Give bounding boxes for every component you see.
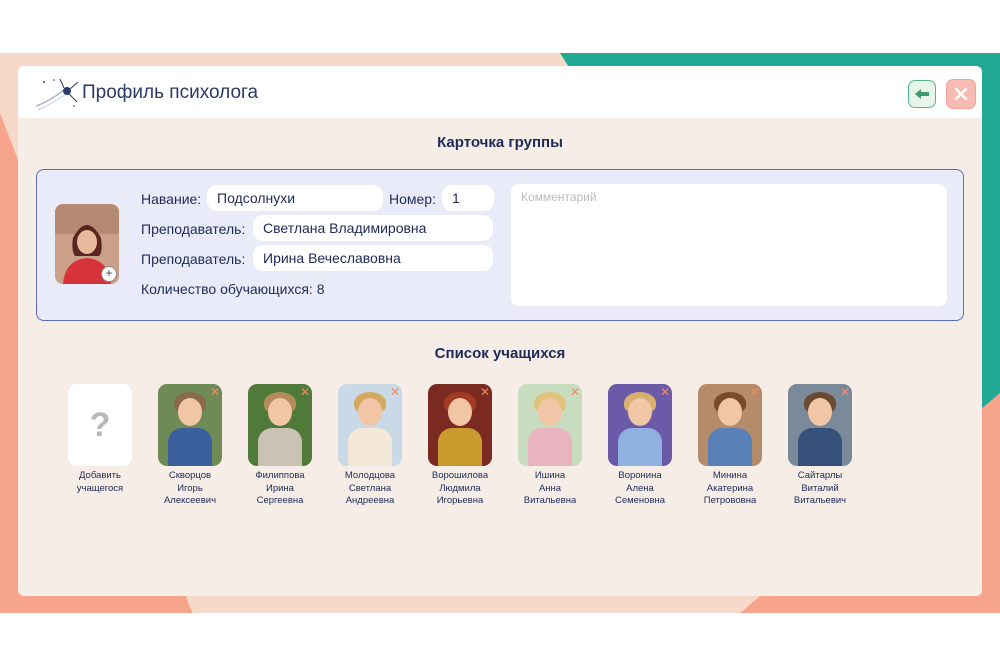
student-photo-face-shape bbox=[448, 398, 472, 426]
student-first-name: Игорь bbox=[177, 482, 203, 494]
students-list-title: Список учащихся bbox=[434, 345, 566, 362]
student-photo-face-shape bbox=[268, 398, 292, 426]
student-photo[interactable]: ✕ bbox=[428, 384, 492, 466]
student-name: Сайтарлы Виталий Витальевич bbox=[774, 470, 866, 508]
teacher2-field[interactable]: Ирина Вечеславовна bbox=[253, 245, 493, 271]
sputnik-logo-icon bbox=[35, 78, 79, 111]
group-number-label: Номер: bbox=[389, 191, 436, 207]
remove-student-icon[interactable]: ✕ bbox=[840, 385, 850, 399]
teacher1-label: Преподаватель: bbox=[141, 221, 246, 237]
student-photo-face-shape bbox=[358, 398, 382, 426]
student-last-name: Минина bbox=[712, 470, 748, 481]
student-middle-name: Алексеевич bbox=[163, 495, 217, 506]
close-button[interactable] bbox=[946, 79, 976, 109]
teacher1-field[interactable]: Светлана Владимировна bbox=[253, 215, 493, 241]
student-name: Молодцова Светлана Андреевна bbox=[324, 470, 416, 508]
student-card[interactable]: ✕ Минина Акатерина Петрововна bbox=[684, 384, 776, 508]
student-name: Скворцов Игорь Алексеевич bbox=[144, 470, 236, 508]
student-card[interactable]: ✕ Ворошилова Людмила Игорьевна bbox=[414, 384, 506, 508]
student-photo-face-shape bbox=[718, 398, 742, 426]
arrow-left-icon bbox=[915, 89, 929, 99]
student-card[interactable]: ✕ Филиппова Ирина Сергеевна bbox=[234, 384, 326, 508]
student-photo[interactable]: ✕ bbox=[608, 384, 672, 466]
app-title: Профиль психолога bbox=[82, 82, 259, 103]
group-number-field[interactable]: 1 bbox=[442, 185, 494, 211]
student-first-name: Виталий bbox=[801, 482, 839, 494]
student-middle-name: Сергеевна bbox=[256, 495, 304, 506]
header-bar: Профиль психолога bbox=[18, 66, 982, 118]
student-name: Ворошилова Людмила Игорьевна bbox=[414, 470, 506, 508]
student-photo[interactable]: ✕ bbox=[788, 384, 852, 466]
student-photo-body-shape bbox=[348, 428, 392, 466]
student-first-name: Ирина bbox=[266, 482, 294, 494]
student-card[interactable]: ✕ Ишина Анна Витальевна bbox=[504, 384, 596, 508]
student-first-name: Акатерина bbox=[706, 482, 754, 494]
student-middle-name: Игорьевна bbox=[436, 495, 484, 506]
group-card: + Навание: Подсолнухи Номер: 1 Преподава… bbox=[36, 169, 964, 321]
group-name-label: Навание: bbox=[141, 191, 202, 207]
student-card[interactable]: ✕ Молодцова Светлана Андреевна bbox=[324, 384, 416, 508]
comment-field[interactable]: Комментарий bbox=[511, 184, 947, 306]
student-card[interactable]: ✕ Сайтарлы Виталий Витальевич bbox=[774, 384, 866, 508]
add-student-label: Добавить учащегося bbox=[76, 470, 124, 494]
group-name-field[interactable]: Подсолнухи bbox=[207, 185, 383, 211]
student-photo-body-shape bbox=[438, 428, 482, 466]
group-card-title: Карточка группы bbox=[437, 134, 563, 151]
remove-student-icon[interactable]: ✕ bbox=[660, 385, 670, 399]
student-photo[interactable]: ✕ bbox=[698, 384, 762, 466]
question-mark-icon: ? bbox=[68, 384, 132, 466]
student-middle-name: Семеновна bbox=[614, 495, 666, 506]
student-middle-name: Витальевич bbox=[793, 495, 847, 506]
remove-student-icon[interactable]: ✕ bbox=[480, 385, 490, 399]
student-name: Филиппова Ирина Сергеевна bbox=[234, 470, 326, 508]
teacher2-label: Преподаватель: bbox=[141, 251, 246, 267]
student-photo-face-shape bbox=[808, 398, 832, 426]
student-photo-face-shape bbox=[538, 398, 562, 426]
student-card[interactable]: ✕ Скворцов Игорь Алексеевич bbox=[144, 384, 236, 508]
student-name: Ишина Анна Витальевна bbox=[504, 470, 596, 508]
close-icon bbox=[954, 87, 968, 101]
group-photo[interactable]: + bbox=[55, 204, 119, 284]
student-photo-face-shape bbox=[178, 398, 202, 426]
app-window: Профиль психолога Карточка группы + Нава… bbox=[18, 66, 982, 596]
student-middle-name: Витальевна bbox=[523, 495, 577, 506]
student-middle-name: Андреевна bbox=[345, 495, 395, 506]
remove-student-icon[interactable]: ✕ bbox=[300, 385, 310, 399]
student-last-name: Филиппова bbox=[255, 470, 305, 481]
remove-student-icon[interactable]: ✕ bbox=[570, 385, 580, 399]
back-button[interactable] bbox=[908, 80, 936, 108]
student-card[interactable]: ✕ Воронина Алена Семеновна bbox=[594, 384, 686, 508]
student-photo[interactable]: ✕ bbox=[518, 384, 582, 466]
student-photo[interactable]: ✕ bbox=[158, 384, 222, 466]
student-first-name: Анна bbox=[538, 482, 562, 494]
student-photo-body-shape bbox=[798, 428, 842, 466]
student-photo-body-shape bbox=[618, 428, 662, 466]
student-photo-body-shape bbox=[168, 428, 212, 466]
student-photo-body-shape bbox=[708, 428, 752, 466]
student-last-name: Молодцова bbox=[344, 470, 396, 481]
student-photo-body-shape bbox=[528, 428, 572, 466]
student-last-name: Сайтарлы bbox=[797, 470, 843, 481]
remove-student-icon[interactable]: ✕ bbox=[750, 385, 760, 399]
student-first-name: Алена bbox=[626, 482, 654, 494]
student-photo[interactable]: ✕ bbox=[338, 384, 402, 466]
add-student-button[interactable]: ? Добавить учащегося bbox=[54, 384, 146, 495]
remove-student-icon[interactable]: ✕ bbox=[210, 385, 220, 399]
student-last-name: Ишина bbox=[534, 470, 566, 481]
student-photo-face-shape bbox=[628, 398, 652, 426]
student-first-name: Людмила bbox=[439, 482, 481, 494]
student-last-name: Ворошилова bbox=[431, 470, 489, 481]
student-middle-name: Петрововна bbox=[703, 495, 757, 506]
student-name: Воронина Алена Семеновна bbox=[594, 470, 686, 508]
remove-student-icon[interactable]: ✕ bbox=[390, 385, 400, 399]
student-photo[interactable]: ✕ bbox=[248, 384, 312, 466]
student-last-name: Воронина bbox=[618, 470, 662, 481]
students-list: ? Добавить учащегося ✕ Скворцов Игорь Алекс… bbox=[54, 384, 954, 514]
add-photo-plus-icon[interactable]: + bbox=[101, 266, 117, 282]
student-count-text: Количество обучающихся: 8 bbox=[141, 281, 325, 297]
student-first-name: Светлана bbox=[348, 482, 392, 494]
student-photo-body-shape bbox=[258, 428, 302, 466]
student-name: Минина Акатерина Петрововна bbox=[684, 470, 776, 508]
student-last-name: Скворцов bbox=[168, 470, 212, 481]
